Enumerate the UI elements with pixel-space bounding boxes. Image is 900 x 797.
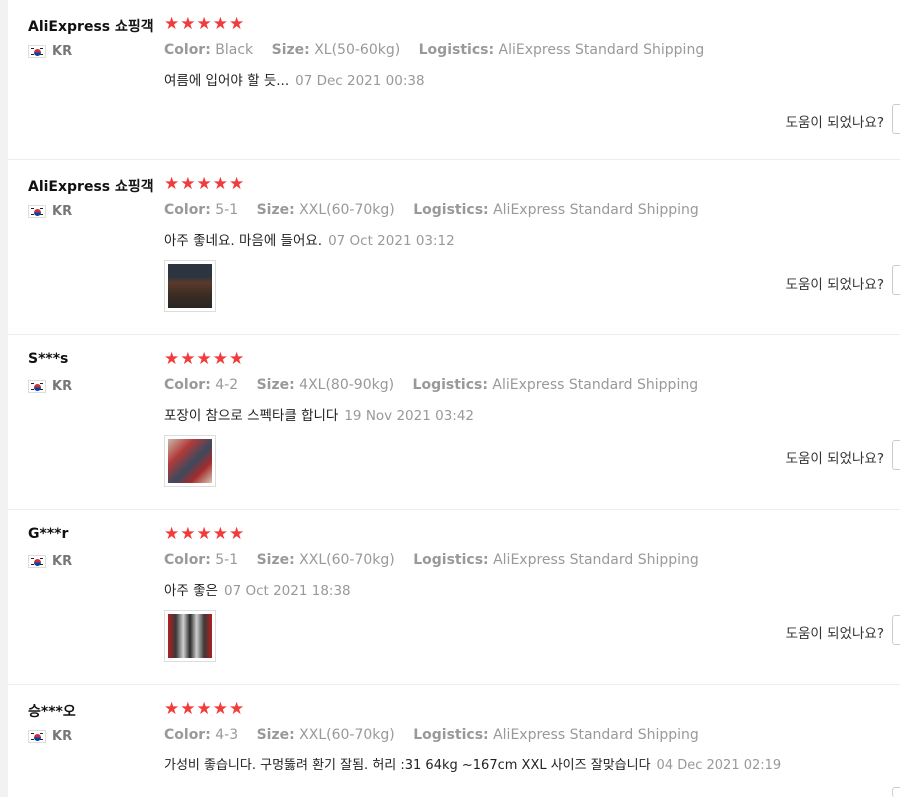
country-code: KR [52, 44, 73, 59]
helpful-button[interactable] [892, 615, 900, 645]
review-text: 아주 좋은 07 Oct 2021 18:38 [164, 579, 351, 599]
review-date: 19 Nov 2021 03:42 [344, 408, 475, 424]
review-text: 아주 좋네요. 마음에 들어요. 07 Oct 2021 03:12 [164, 229, 455, 249]
review-photo [168, 439, 212, 483]
review-date: 07 Oct 2021 18:38 [223, 583, 351, 599]
star-rating: ★★★★★ [164, 349, 246, 369]
reviewer-country: KR [28, 729, 72, 744]
reviewer-country: KR [28, 44, 72, 59]
size-label: Size: [256, 727, 295, 743]
reviewer-name: AliExpress 쇼핑객 [28, 179, 154, 195]
size-value: 4XL(80-90kg) [299, 377, 395, 393]
reviewer-name: AliExpress 쇼핑객 [28, 19, 154, 35]
star-rating: ★★★★★ [164, 699, 246, 719]
korea-flag-icon [28, 380, 46, 393]
korea-flag-icon [28, 555, 46, 568]
review-photo [168, 264, 212, 308]
order-info: Color: 4-2 Size: 4XL(80-90kg) Logistics:… [164, 377, 712, 393]
korea-flag-icon [28, 205, 46, 218]
korea-flag-icon [28, 45, 46, 58]
color-label: Color: [164, 552, 211, 568]
reviewer-name: 승***오 [28, 704, 76, 720]
color-label: Color: [164, 377, 211, 393]
star-rating: ★★★★★ [164, 174, 246, 194]
size-label: Size: [271, 42, 310, 58]
order-info: Color: 5-1 Size: XXL(60-70kg) Logistics:… [164, 202, 713, 218]
country-code: KR [52, 204, 73, 219]
review-body: 여름에 입어야 할 듯... [164, 73, 290, 89]
star-rating: ★★★★★ [164, 14, 246, 34]
review-item: AliExpress 쇼핑객 KR ★★★★★ Color: 5-1 Size:… [8, 160, 900, 335]
size-value: XXL(60-70kg) [299, 552, 395, 568]
helpful-label: 도움이 되었나요? [785, 451, 884, 467]
helpful-label: 도움이 되었나요? [785, 115, 884, 131]
review-body: 가성비 좋습니다. 구멍뚫려 환기 잘됨. 허리 :31 64kg ~167cm… [164, 758, 651, 773]
order-info: Color: 4-3 Size: XXL(60-70kg) Logistics:… [164, 727, 713, 743]
logistics-value: AliExpress Standard Shipping [492, 377, 699, 393]
review-item: G***r KR ★★★★★ Color: 5-1 Size: XXL(60-7… [8, 510, 900, 685]
reviewer-country: KR [28, 379, 72, 394]
size-value: XXL(60-70kg) [299, 727, 395, 743]
review-item: S***s KR ★★★★★ Color: 4-2 Size: 4XL(80-9… [8, 335, 900, 510]
order-info: Color: 5-1 Size: XXL(60-70kg) Logistics:… [164, 552, 713, 568]
order-info: Color: Black Size: XL(50-60kg) Logistics… [164, 42, 718, 58]
color-value: 4-2 [215, 377, 239, 393]
helpful-label: 도움이 되었나요? [785, 626, 884, 642]
color-value: Black [215, 42, 254, 58]
review-text: 여름에 입어야 할 듯... 07 Dec 2021 00:38 [164, 69, 425, 89]
color-label: Color: [164, 727, 211, 743]
logistics-value: AliExpress Standard Shipping [498, 42, 705, 58]
size-label: Size: [256, 377, 295, 393]
reviewer-name: S***s [28, 351, 69, 367]
helpful-button[interactable] [892, 787, 900, 797]
logistics-label: Logistics: [418, 42, 495, 58]
country-code: KR [52, 554, 73, 569]
review-photo [168, 614, 212, 658]
review-body: 포장이 참으로 스펙타클 합니다 [164, 408, 339, 424]
reviewer-country: KR [28, 204, 72, 219]
logistics-value: AliExpress Standard Shipping [493, 202, 699, 218]
size-value: XXL(60-70kg) [299, 202, 395, 218]
review-text: 포장이 참으로 스펙타클 합니다 19 Nov 2021 03:42 [164, 404, 474, 424]
star-rating: ★★★★★ [164, 524, 246, 544]
review-item: AliExpress 쇼핑객 KR ★★★★★ Color: Black Siz… [8, 0, 900, 160]
review-text: 가성비 좋습니다. 구멍뚫려 환기 잘됨. 허리 :31 64kg ~167cm… [164, 754, 781, 773]
color-value: 5-1 [215, 552, 239, 568]
review-item: 승***오 KR ★★★★★ Color: 4-3 Size: XXL(60-7… [8, 685, 900, 797]
review-date: 07 Dec 2021 00:38 [295, 73, 425, 89]
size-value: XL(50-60kg) [314, 42, 401, 58]
country-code: KR [52, 729, 73, 744]
review-body: 아주 좋은 [164, 583, 218, 599]
logistics-label: Logistics: [413, 552, 489, 568]
color-label: Color: [164, 42, 211, 58]
helpful-button[interactable] [892, 104, 900, 134]
logistics-label: Logistics: [412, 377, 488, 393]
review-list: AliExpress 쇼핑객 KR ★★★★★ Color: Black Siz… [8, 0, 900, 797]
logistics-label: Logistics: [413, 727, 489, 743]
size-label: Size: [256, 202, 295, 218]
logistics-value: AliExpress Standard Shipping [493, 727, 699, 743]
logistics-value: AliExpress Standard Shipping [493, 552, 699, 568]
review-photo-thumbnail[interactable] [164, 260, 216, 312]
left-page-edge [0, 0, 8, 797]
review-body: 아주 좋네요. 마음에 들어요. [164, 233, 323, 249]
country-code: KR [52, 379, 73, 394]
helpful-label: 도움이 되었나요? [785, 277, 884, 293]
review-photo-thumbnail[interactable] [164, 435, 216, 487]
color-value: 4-3 [215, 727, 239, 743]
review-photo-thumbnail[interactable] [164, 610, 216, 662]
helpful-button[interactable] [892, 440, 900, 470]
reviewer-name: G***r [28, 526, 69, 542]
review-date: 07 Oct 2021 03:12 [328, 233, 455, 249]
helpful-button[interactable] [892, 265, 900, 295]
review-date: 04 Dec 2021 02:19 [656, 758, 782, 773]
size-label: Size: [256, 552, 295, 568]
color-value: 5-1 [215, 202, 239, 218]
logistics-label: Logistics: [413, 202, 489, 218]
color-label: Color: [164, 202, 211, 218]
korea-flag-icon [28, 730, 46, 743]
reviewer-country: KR [28, 554, 72, 569]
